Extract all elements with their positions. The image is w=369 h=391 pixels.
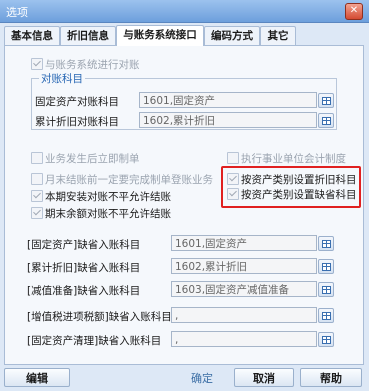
period-end-imbalance-label: 期末余额对账不平允许结账 <box>45 208 171 220</box>
reconcile-account-group-title: 对账科目 <box>39 71 85 86</box>
public-accounting-label: 执行事业单位会计制度 <box>241 153 346 165</box>
default-disposal-account-field[interactable]: , <box>171 331 317 347</box>
period-imbalance-checkbox[interactable] <box>31 190 43 202</box>
default-input-vat-account-lookup-button[interactable] <box>318 308 334 323</box>
default-input-vat-account-label: [增值税进项税额]缺省入账科目 <box>27 311 172 323</box>
month-end-voucher-checkbox[interactable] <box>31 173 43 185</box>
public-accounting-checkbox[interactable] <box>227 152 239 164</box>
default-asset-account-lookup-button[interactable] <box>318 236 334 251</box>
title-bar: 选项 ✕ <box>0 0 369 23</box>
close-button[interactable]: ✕ <box>345 3 363 20</box>
asset-reconcile-account-field[interactable]: 1601,固定资产 <box>139 92 317 108</box>
gl-interface-panel: 与账务系统进行对账 对账科目 固定资产对账科目 1601,固定资产 累计折旧对账… <box>4 45 364 365</box>
default-depr-account-label: [累计折旧]缺省入账科目 <box>27 262 141 274</box>
default-disposal-account-label: [固定资产清理]缺省入账科目 <box>27 335 162 347</box>
category-default-account-checkbox[interactable] <box>227 188 239 200</box>
period-imbalance-label: 本期安装对账不平允许结账 <box>45 191 171 203</box>
post-after-business-label: 业务发生后立即制单 <box>45 153 140 165</box>
ok-button[interactable]: 确定 <box>176 368 228 387</box>
asset-reconcile-lookup-button[interactable] <box>318 93 334 108</box>
category-depr-account-label: 按资产类别设置折旧科目 <box>241 174 357 186</box>
default-disposal-account-lookup-button[interactable] <box>318 332 334 347</box>
default-depr-account-lookup-button[interactable] <box>318 259 334 274</box>
category-default-account-label: 按资产类别设置缺省科目 <box>241 189 357 201</box>
edit-button[interactable]: 编辑 <box>4 368 70 387</box>
asset-reconcile-account-label: 固定资产对账科目 <box>35 96 119 108</box>
category-depr-account-checkbox[interactable] <box>227 173 239 185</box>
help-button[interactable]: 帮助 <box>300 368 362 387</box>
window-title: 选项 <box>6 6 28 19</box>
tab-other[interactable]: 其它 <box>260 26 296 45</box>
depr-reconcile-account-label: 累计折旧对账科目 <box>35 116 119 128</box>
post-after-business-checkbox[interactable] <box>31 152 43 164</box>
depr-reconcile-lookup-button[interactable] <box>318 113 334 128</box>
cancel-button[interactable]: 取消 <box>234 368 294 387</box>
reconcile-checkbox[interactable] <box>31 58 43 70</box>
tab-gl-interface[interactable]: 与账务系统接口 <box>116 25 204 46</box>
default-input-vat-account-field[interactable]: , <box>171 307 317 323</box>
tab-basic-info[interactable]: 基本信息 <box>4 26 60 45</box>
tab-depreciation-info[interactable]: 折旧信息 <box>60 26 116 45</box>
default-impairment-account-lookup-button[interactable] <box>318 282 334 297</box>
depr-reconcile-account-field[interactable]: 1602,累计折旧 <box>139 112 317 128</box>
tab-encoding[interactable]: 编码方式 <box>204 26 260 45</box>
month-end-voucher-label: 月末结账前一定要完成制单登账业务 <box>45 174 213 186</box>
default-asset-account-field[interactable]: 1601,固定资产 <box>171 235 317 251</box>
default-asset-account-label: [固定资产]缺省入账科目 <box>27 239 141 251</box>
close-icon: ✕ <box>349 5 359 16</box>
period-end-imbalance-checkbox[interactable] <box>31 207 43 219</box>
default-impairment-account-field[interactable]: 1603,固定资产减值准备 <box>171 281 317 297</box>
default-impairment-account-label: [减值准备]缺省入账科目 <box>27 285 141 297</box>
default-depr-account-field[interactable]: 1602,累计折旧 <box>171 258 317 274</box>
reconcile-label: 与账务系统进行对账 <box>45 59 140 71</box>
